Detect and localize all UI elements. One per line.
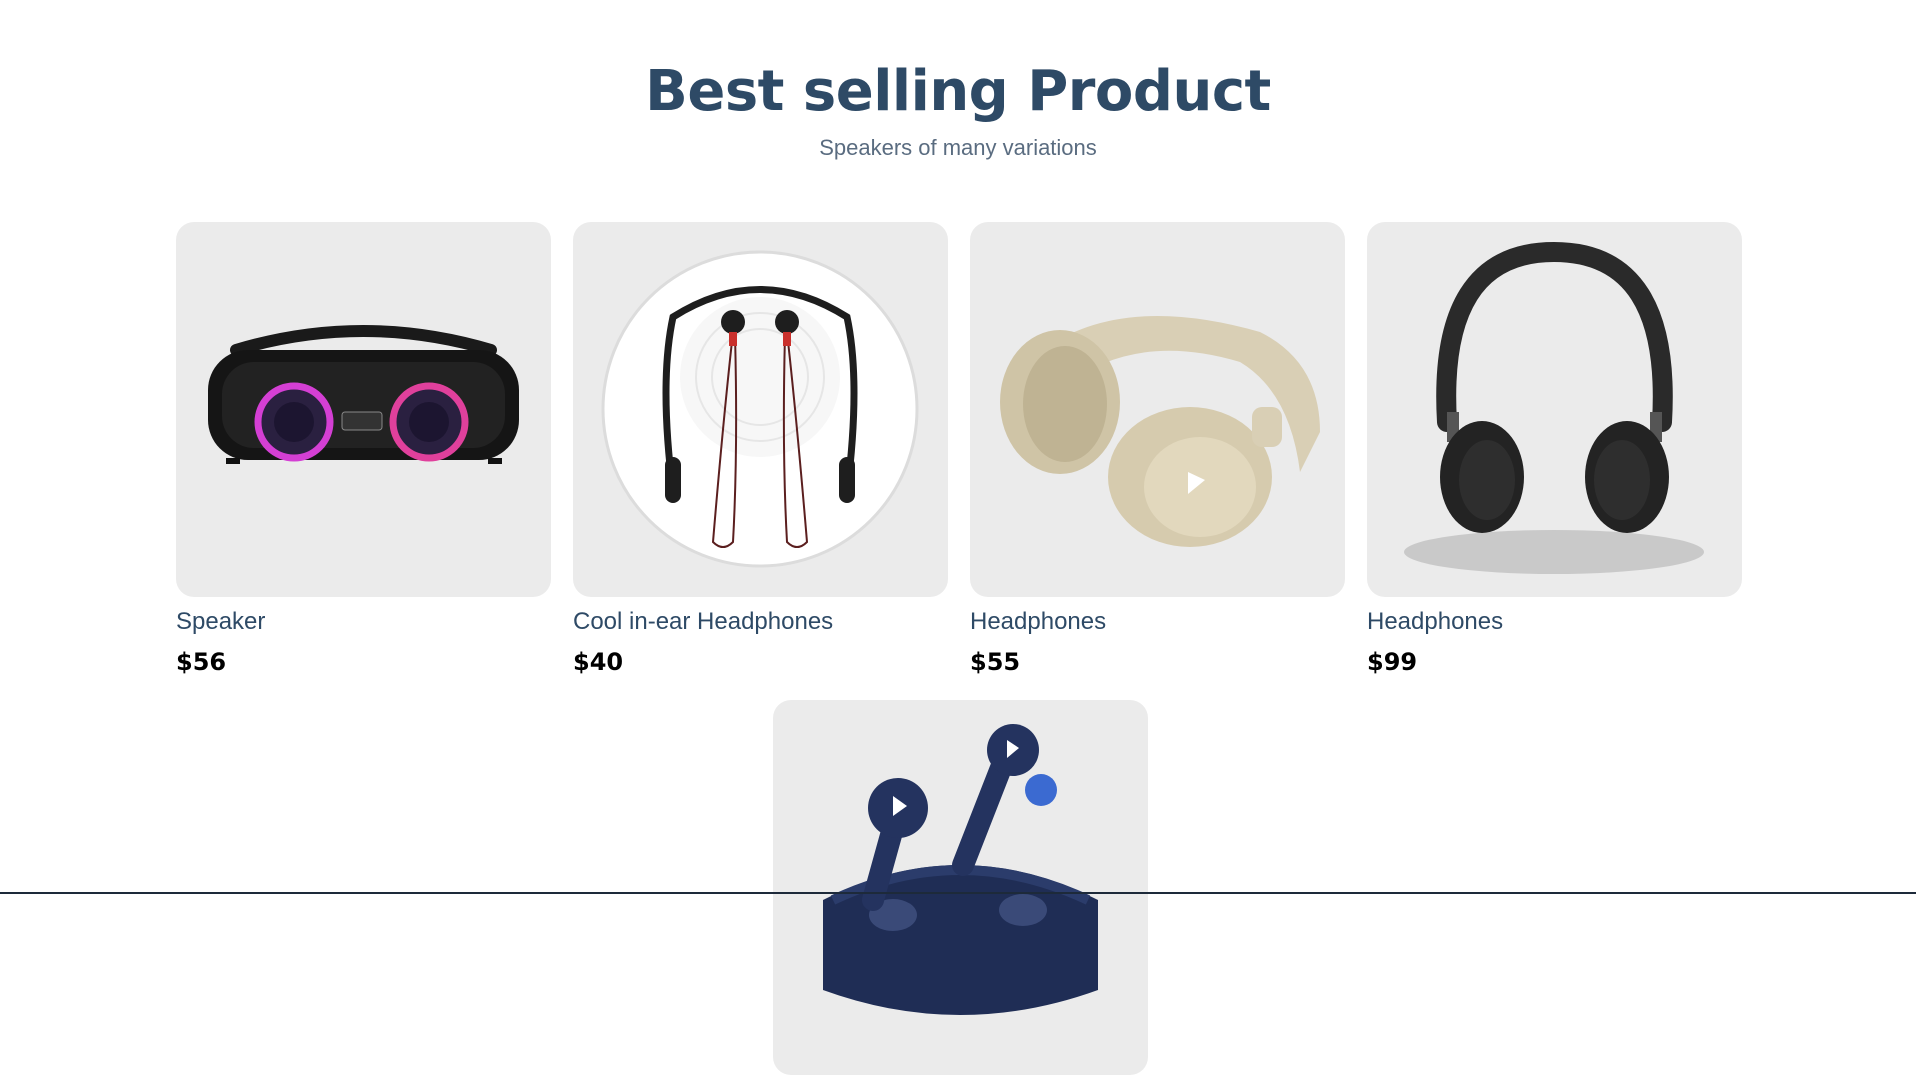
product-name[interactable]: Cool in-ear Headphones (573, 607, 948, 637)
black-headphones-icon (1404, 241, 1704, 574)
product-price: $56 (176, 648, 227, 676)
product-card[interactable]: Cool in-ear Headphones $40 (573, 222, 948, 677)
product-name[interactable]: Headphones (970, 607, 1345, 637)
product-image[interactable] (773, 700, 1148, 1075)
product-name[interactable]: Headphones (1367, 607, 1742, 637)
product-image[interactable] (1367, 222, 1742, 597)
product-price: $40 (573, 648, 624, 676)
section-subtitle: Speakers of many variations (819, 135, 1097, 160)
product-card[interactable] (773, 700, 1148, 1075)
product-price: $55 (970, 648, 1021, 676)
neckband-earphones-icon (601, 250, 919, 568)
boombox-speaker-icon (208, 325, 519, 464)
section-title: Best selling Product (645, 59, 1271, 124)
product-card[interactable]: Speaker $56 (176, 222, 551, 677)
earbuds-case-icon (823, 724, 1098, 1015)
product-card[interactable]: Headphones $55 (970, 222, 1345, 677)
product-name[interactable]: Speaker (176, 607, 551, 637)
product-price: $99 (1367, 648, 1418, 676)
product-image[interactable] (573, 222, 948, 597)
product-card[interactable]: Headphones $99 (1367, 222, 1742, 677)
product-image[interactable] (176, 222, 551, 597)
beige-headphones-icon (1000, 316, 1320, 547)
product-image[interactable] (970, 222, 1345, 597)
